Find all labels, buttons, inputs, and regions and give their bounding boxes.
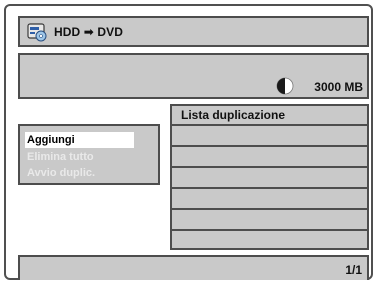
page-indicator: 1/1	[345, 263, 362, 277]
title-bar: HDD ➡ DVD	[18, 16, 369, 47]
list-row[interactable]	[172, 166, 367, 185]
list-row[interactable]	[172, 229, 367, 248]
list-row[interactable]	[172, 187, 367, 206]
duplication-list: Lista duplicazione	[170, 104, 369, 250]
list-row[interactable]	[172, 208, 367, 227]
menu-item-avvio-duplic[interactable]: Avvio duplic.	[25, 165, 95, 181]
disc-capacity-pie-icon	[276, 77, 294, 95]
hdd-dvd-icon	[27, 23, 47, 42]
footer-bar: 1/1	[18, 255, 369, 280]
menu-item-aggiungi[interactable]: Aggiungi	[25, 132, 134, 148]
screen-title: HDD ➡ DVD	[54, 25, 123, 39]
list-row[interactable]	[172, 124, 367, 143]
duplication-list-header: Lista duplicazione	[181, 108, 286, 122]
menu-item-elimina-tutto[interactable]: Elimina tutto	[25, 149, 94, 165]
capacity-panel: 3000 MB	[18, 53, 369, 99]
list-row[interactable]	[172, 145, 367, 164]
capacity-value: 3000 MB	[314, 80, 363, 94]
action-menu: Aggiungi Elimina tutto Avvio duplic.	[18, 124, 160, 185]
